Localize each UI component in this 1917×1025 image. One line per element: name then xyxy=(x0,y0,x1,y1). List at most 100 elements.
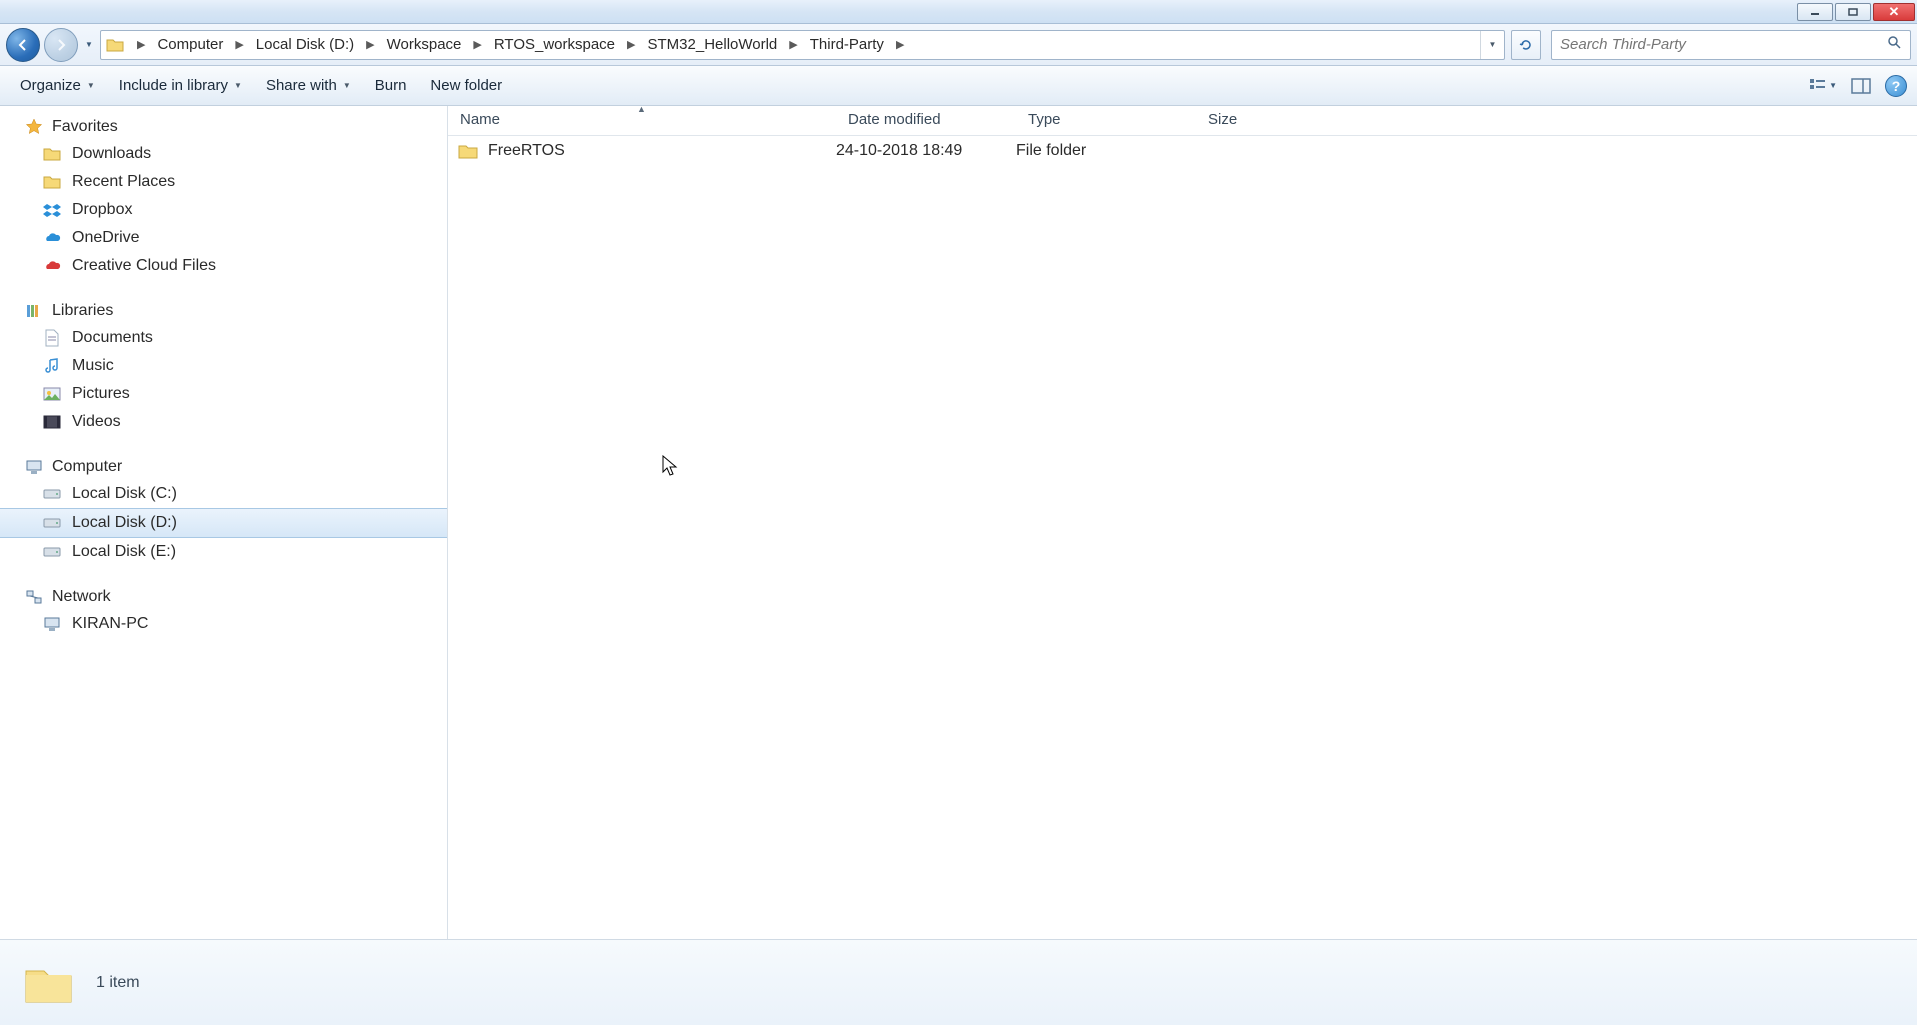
address-dropdown[interactable]: ▼ xyxy=(1480,31,1504,59)
tree-group-libraries: Libraries Documents Music Pictures Video… xyxy=(0,298,447,436)
breadcrumb-item[interactable]: STM32_HelloWorld xyxy=(644,31,782,59)
sidebar-item-documents[interactable]: Documents xyxy=(0,324,447,352)
maximize-icon xyxy=(1847,7,1859,17)
new-folder-label: New folder xyxy=(430,77,502,94)
include-label: Include in library xyxy=(119,77,228,94)
folder-icon xyxy=(458,141,478,161)
drive-icon xyxy=(42,542,62,562)
tree-root-favorites[interactable]: Favorites xyxy=(0,114,447,140)
share-label: Share with xyxy=(266,77,337,94)
back-button[interactable] xyxy=(6,28,40,62)
sidebar-item-pictures[interactable]: Pictures xyxy=(0,380,447,408)
view-options-button[interactable]: ▼ xyxy=(1809,73,1837,99)
navigation-pane: Favorites Downloads Recent Places Dropbo… xyxy=(0,106,448,939)
breadcrumb-item[interactable]: Third-Party xyxy=(806,31,888,59)
music-icon xyxy=(42,356,62,376)
tree-item-label: Local Disk (D:) xyxy=(72,514,177,532)
tree-item-label: Creative Cloud Files xyxy=(72,257,216,275)
sidebar-item-dropbox[interactable]: Dropbox xyxy=(0,196,447,224)
breadcrumb-separator[interactable]: ▶ xyxy=(619,31,643,59)
sidebar-item-creative-cloud[interactable]: Creative Cloud Files xyxy=(0,252,447,280)
burn-button[interactable]: Burn xyxy=(365,73,417,98)
new-folder-button[interactable]: New folder xyxy=(420,73,512,98)
file-list-pane: ▲ Name Date modified Type Size FreeRTOS … xyxy=(448,106,1917,939)
breadcrumb-separator[interactable]: ▶ xyxy=(465,31,489,59)
sidebar-item-videos[interactable]: Videos xyxy=(0,408,447,436)
tree-root-network[interactable]: Network xyxy=(0,584,447,610)
breadcrumb-separator[interactable]: ▶ xyxy=(129,31,153,59)
close-icon: ✕ xyxy=(1889,4,1900,20)
preview-pane-button[interactable] xyxy=(1847,73,1875,99)
sort-indicator-icon: ▲ xyxy=(637,104,646,114)
share-with-button[interactable]: Share with▼ xyxy=(256,73,361,98)
network-label: Network xyxy=(52,588,111,606)
drive-icon xyxy=(42,484,62,504)
folder-large-icon xyxy=(20,955,76,1011)
dropbox-icon xyxy=(42,200,62,220)
column-label: Name xyxy=(460,111,500,128)
close-button[interactable]: ✕ xyxy=(1873,3,1915,21)
column-header-date[interactable]: Date modified xyxy=(836,106,1016,135)
breadcrumb-separator[interactable]: ▶ xyxy=(781,31,805,59)
breadcrumb-item[interactable]: Workspace xyxy=(383,31,466,59)
libraries-icon xyxy=(24,301,44,321)
sidebar-item-onedrive[interactable]: OneDrive xyxy=(0,224,447,252)
window-titlebar: ✕ xyxy=(0,0,1917,24)
minimize-button[interactable] xyxy=(1797,3,1833,21)
forward-button[interactable] xyxy=(44,28,78,62)
column-header-size[interactable]: Size xyxy=(1196,106,1316,135)
tree-item-label: Pictures xyxy=(72,385,130,403)
search-box[interactable] xyxy=(1551,30,1911,60)
breadcrumb-separator[interactable]: ▶ xyxy=(227,31,251,59)
tree-group-computer: Computer Local Disk (C:) Local Disk (D:)… xyxy=(0,454,447,566)
search-input[interactable] xyxy=(1560,36,1886,53)
breadcrumb-separator[interactable]: ▶ xyxy=(888,31,912,59)
sidebar-item-network-pc[interactable]: KIRAN-PC xyxy=(0,610,447,638)
help-button[interactable]: ? xyxy=(1885,75,1907,97)
sidebar-item-drive-c[interactable]: Local Disk (C:) xyxy=(0,480,447,508)
tree-item-label: Music xyxy=(72,357,114,375)
breadcrumb-separator[interactable]: ▶ xyxy=(358,31,382,59)
breadcrumb-item[interactable]: Local Disk (D:) xyxy=(252,31,358,59)
address-bar[interactable]: ▶ Computer ▶ Local Disk (D:) ▶ Workspace… xyxy=(100,30,1505,60)
network-icon xyxy=(24,587,44,607)
drive-icon xyxy=(42,513,62,533)
command-toolbar: Organize▼ Include in library▼ Share with… xyxy=(0,66,1917,106)
tree-root-computer[interactable]: Computer xyxy=(0,454,447,480)
tree-item-label: Dropbox xyxy=(72,201,132,219)
minimize-icon xyxy=(1809,7,1821,17)
creative-cloud-icon xyxy=(42,256,62,276)
videos-icon xyxy=(42,412,62,432)
organize-button[interactable]: Organize▼ xyxy=(10,73,105,98)
libraries-label: Libraries xyxy=(52,302,113,320)
arrow-left-icon xyxy=(15,37,31,53)
search-icon xyxy=(1886,34,1902,55)
maximize-button[interactable] xyxy=(1835,3,1871,21)
refresh-icon xyxy=(1518,37,1534,53)
sidebar-item-drive-e[interactable]: Local Disk (E:) xyxy=(0,538,447,566)
sidebar-item-drive-d[interactable]: Local Disk (D:) xyxy=(0,508,447,538)
tree-item-label: Recent Places xyxy=(72,173,175,191)
sidebar-item-recent-places[interactable]: Recent Places xyxy=(0,168,447,196)
tree-group-network: Network KIRAN-PC xyxy=(0,584,447,638)
preview-pane-icon xyxy=(1851,78,1871,94)
sidebar-item-music[interactable]: Music xyxy=(0,352,447,380)
tree-item-label: OneDrive xyxy=(72,229,140,247)
computer-icon xyxy=(42,614,62,634)
computer-icon xyxy=(24,457,44,477)
tree-root-libraries[interactable]: Libraries xyxy=(0,298,447,324)
sidebar-item-downloads[interactable]: Downloads xyxy=(0,140,447,168)
favorites-label: Favorites xyxy=(52,118,118,136)
include-in-library-button[interactable]: Include in library▼ xyxy=(109,73,252,98)
file-row[interactable]: FreeRTOS 24-10-2018 18:49 File folder xyxy=(448,136,1917,166)
breadcrumb-item[interactable]: Computer xyxy=(153,31,227,59)
file-date: 24-10-2018 18:49 xyxy=(836,142,1016,160)
tree-item-label: Downloads xyxy=(72,145,151,163)
document-icon xyxy=(42,328,62,348)
column-header-type[interactable]: Type xyxy=(1016,106,1196,135)
column-header-name[interactable]: ▲ Name xyxy=(448,106,836,135)
refresh-button[interactable] xyxy=(1511,30,1541,60)
main-split: Favorites Downloads Recent Places Dropbo… xyxy=(0,106,1917,939)
recent-locations-dropdown[interactable]: ▼ xyxy=(82,28,96,62)
breadcrumb-item[interactable]: RTOS_workspace xyxy=(490,31,619,59)
